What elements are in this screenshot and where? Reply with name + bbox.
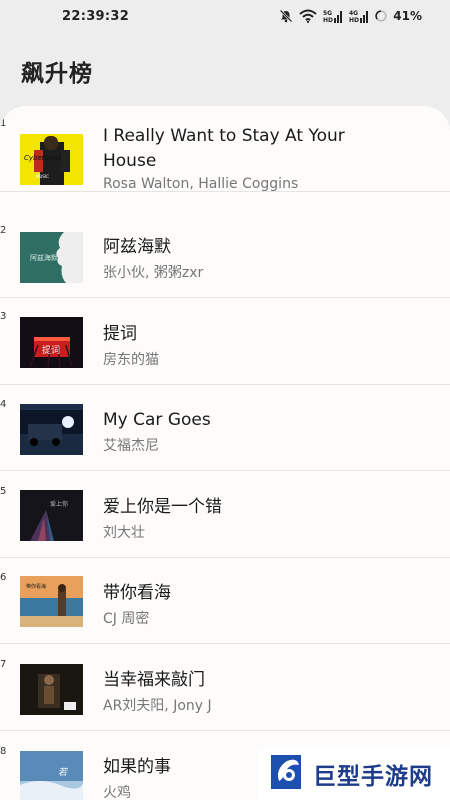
album-cover-ruguo: 若 [20,751,83,800]
album-cover-tici: 提词 [20,317,83,368]
song-row-1[interactable]: 1 Cyberpunk MUSIC I Really Want to Stay A… [0,106,450,192]
song-artist: AR刘夫阳, Jony J [103,698,212,714]
status-time: 22:39:32 [62,9,130,24]
svg-text:MUSIC: MUSIC [36,174,49,179]
song-title: 爱上你是一个错 [103,497,222,517]
status-bar: 22:39:32 5G HD 4G HD 41% [0,0,450,36]
song-artist: 火鸡 [103,785,131,800]
signal-5g-icon: 5G HD [323,9,343,23]
wifi-icon [299,9,317,23]
svg-text:爱上你: 爱上你 [50,500,68,508]
battery-icon [375,10,387,22]
song-row-5[interactable]: 5 爱上你 爱上你是一个错 刘大壮 [0,472,450,558]
watermark-logo-icon [265,751,307,797]
page-title: 飙升榜 [21,61,93,87]
rank-number: 4 [0,399,7,410]
rank-number: 5 [0,486,7,497]
status-icons: 5G HD 4G HD 41% [279,9,422,23]
svg-text:Cyberpunk: Cyberpunk [24,154,63,162]
battery-percent: 41% [393,9,422,23]
album-cover-happiness [20,664,83,715]
song-title: 带你看海 [103,583,171,603]
watermark: 巨型手游网 [257,748,450,800]
rank-number: 8 [0,746,7,757]
song-artist: 房东的猫 [103,352,159,368]
album-cover-alzheimer: 阿兹海默 [20,232,83,283]
svg-text:5G: 5G [323,10,332,17]
album-cover-my-car-goes [20,404,83,455]
svg-text:阿兹海默: 阿兹海默 [30,253,58,262]
rank-number: 6 [0,572,7,583]
song-title: I Really Want to Stay At Your House [103,126,345,171]
svg-text:带你看海: 带你看海 [26,583,46,590]
song-title: My Car Goes [103,410,211,430]
song-row-3[interactable]: 3 提词 提词 房东的猫 [0,299,450,385]
rank-number: 3 [0,311,7,322]
song-title: 当幸福来敲门 [103,670,205,690]
album-cover-cyberpunk: Cyberpunk MUSIC [20,134,83,185]
signal-4g-icon: 4G HD [349,9,369,23]
rank-number: 1 [0,118,7,129]
svg-text:HD: HD [323,17,333,23]
song-title: 阿兹海默 [103,237,171,257]
song-title: 提词 [103,324,137,344]
rank-number: 2 [0,225,7,236]
mute-icon [279,9,293,23]
album-cover-sea: 带你看海 [20,576,83,627]
song-artist: CJ 周密 [103,611,150,627]
svg-text:提词: 提词 [42,345,60,356]
svg-text:HD: HD [349,17,359,23]
song-list: 1 Cyberpunk MUSIC I Really Want to Stay A… [0,106,450,800]
svg-text:4G: 4G [349,10,358,17]
rank-number: 7 [0,659,7,670]
song-row-7[interactable]: 7 当幸福来敲门 AR刘夫阳, Jony J [0,645,450,731]
song-artist: 刘大壮 [103,525,145,541]
album-cover-aishangni: 爱上你 [20,490,83,541]
song-artist: 张小伙, 粥粥zxr [103,265,204,281]
song-artist: Rosa Walton, Hallie Coggins [103,176,299,192]
song-row-6[interactable]: 6 带你看海 带你看海 CJ 周密 [0,558,450,644]
song-row-4[interactable]: 4 My Car Goes 艾福杰尼 [0,385,450,471]
song-row-2[interactable]: 2 阿兹海默 阿兹海默 张小伙, 粥粥zxr [0,212,450,298]
watermark-text: 巨型手游网 [313,764,433,790]
song-artist: 艾福杰尼 [103,438,159,454]
